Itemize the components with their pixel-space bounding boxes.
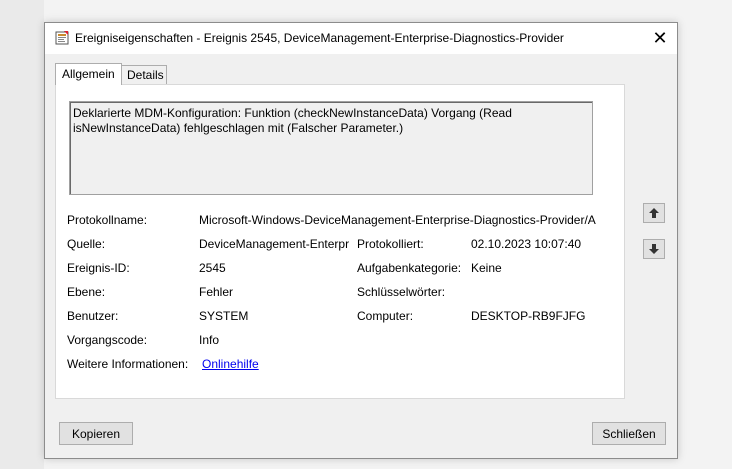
protokolliert-label: Protokolliert: bbox=[357, 237, 424, 251]
tab-details[interactable]: Details bbox=[122, 65, 167, 85]
computer-label: Computer: bbox=[357, 309, 414, 323]
title-bar[interactable]: Ereigniseigenschaften - Ereignis 2545, D… bbox=[45, 23, 677, 54]
benutzer-value[interactable]: SYSTEM bbox=[199, 309, 248, 323]
background-strip bbox=[0, 0, 44, 469]
weitere-informationen-label: Weitere Informationen: bbox=[67, 357, 189, 371]
protokollname-value[interactable]: Microsoft-Windows-DeviceManagement-Enter… bbox=[199, 213, 596, 227]
benutzer-label: Benutzer: bbox=[67, 309, 119, 323]
general-tab-panel: Deklarierte MDM-Konfiguration: Funktion … bbox=[55, 84, 625, 399]
previous-event-button[interactable] bbox=[643, 203, 665, 223]
aufgabenkategorie-label: Aufgabenkategorie: bbox=[357, 261, 462, 275]
protokollname-label: Protokollname: bbox=[67, 213, 148, 227]
event-viewer-icon bbox=[55, 31, 69, 45]
tab-allgemein[interactable]: Allgemein bbox=[55, 63, 122, 85]
copy-button[interactable]: Kopieren bbox=[59, 422, 133, 445]
ereignis-id-label: Ereignis-ID: bbox=[67, 261, 130, 275]
schluesselwoerter-label: Schlüsselwörter: bbox=[357, 285, 446, 299]
arrow-down-icon bbox=[649, 244, 659, 254]
next-event-button[interactable] bbox=[643, 239, 665, 259]
event-properties-dialog: Ereigniseigenschaften - Ereignis 2545, D… bbox=[44, 22, 678, 459]
onlinehilfe-link[interactable]: Onlinehilfe bbox=[202, 357, 259, 371]
protokolliert-value[interactable]: 02.10.2023 10:07:40 bbox=[471, 237, 581, 251]
ereignis-id-value[interactable]: 2545 bbox=[199, 261, 226, 275]
event-description[interactable]: Deklarierte MDM-Konfiguration: Funktion … bbox=[69, 101, 593, 195]
aufgabenkategorie-value[interactable]: Keine bbox=[471, 261, 502, 275]
ebene-label: Ebene: bbox=[67, 285, 106, 299]
arrow-up-icon bbox=[649, 208, 659, 218]
close-button[interactable]: Schließen bbox=[592, 422, 666, 445]
quelle-value[interactable]: DeviceManagement-Enterpr bbox=[199, 237, 349, 251]
close-icon[interactable]: ✕ bbox=[643, 23, 677, 54]
window-title: Ereigniseigenschaften - Ereignis 2545, D… bbox=[75, 31, 564, 45]
quelle-label: Quelle: bbox=[67, 237, 106, 251]
vorgangscode-value[interactable]: Info bbox=[199, 333, 219, 347]
ebene-value[interactable]: Fehler bbox=[199, 285, 233, 299]
computer-value[interactable]: DESKTOP-RB9FJFG bbox=[471, 309, 585, 323]
vorgangscode-label: Vorgangscode: bbox=[67, 333, 148, 347]
